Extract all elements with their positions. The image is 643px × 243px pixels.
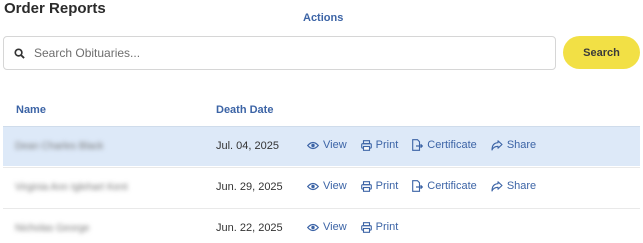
row-actions: View Print — [307, 221, 412, 233]
printer-icon — [360, 139, 372, 151]
table-row[interactable]: Nicholas George Jun. 22, 2025 View Print — [3, 208, 640, 243]
eye-icon — [307, 182, 319, 190]
certificate-label: Certificate — [427, 180, 477, 192]
row-actions: View Print Certificate Share — [307, 139, 550, 151]
deceased-name: Nicholas George — [15, 223, 90, 234]
share-link[interactable]: Share — [491, 139, 536, 151]
view-label: View — [323, 180, 347, 192]
search-button[interactable]: Search — [563, 36, 640, 69]
print-link[interactable]: Print — [360, 180, 399, 192]
view-link[interactable]: View — [307, 221, 347, 233]
view-label: View — [323, 221, 347, 233]
share-label: Share — [506, 180, 537, 192]
share-label: Share — [506, 139, 537, 151]
view-link[interactable]: View — [307, 139, 347, 151]
view-label: View — [323, 139, 347, 151]
table-row[interactable]: Virginia Ann Iglehart Kent Jun. 29, 2025… — [3, 167, 640, 207]
column-header-death-date: Death Date — [216, 104, 274, 116]
page-title: Order Reports — [4, 0, 106, 17]
print-label: Print — [375, 139, 399, 151]
deceased-name: Dean Charles Black — [15, 141, 104, 152]
column-header-actions: Actions — [303, 12, 344, 24]
eye-icon — [307, 141, 319, 149]
eye-icon — [307, 223, 319, 231]
printer-icon — [360, 180, 372, 192]
view-link[interactable]: View — [307, 180, 347, 192]
share-icon — [491, 139, 503, 151]
search-field[interactable] — [3, 36, 556, 70]
file-export-icon — [412, 139, 424, 151]
print-label: Print — [375, 221, 399, 233]
file-export-icon — [412, 180, 424, 192]
table-row[interactable]: Dean Charles Black Jul. 04, 2025 View Pr… — [3, 126, 640, 166]
print-link[interactable]: Print — [360, 139, 399, 151]
search-input[interactable] — [34, 46, 534, 60]
row-actions: View Print Certificate Share — [307, 180, 550, 192]
printer-icon — [360, 221, 372, 233]
column-header-name: Name — [16, 104, 46, 116]
share-link[interactable]: Share — [491, 180, 536, 192]
print-label: Print — [375, 180, 399, 192]
death-date: Jul. 04, 2025 — [216, 140, 279, 152]
search-icon — [14, 47, 26, 59]
deceased-name: Virginia Ann Iglehart Kent — [15, 182, 128, 193]
print-link[interactable]: Print — [360, 221, 399, 233]
death-date: Jun. 22, 2025 — [216, 222, 283, 234]
share-icon — [491, 180, 503, 192]
certificate-link[interactable]: Certificate — [412, 139, 477, 151]
certificate-link[interactable]: Certificate — [412, 180, 477, 192]
death-date: Jun. 29, 2025 — [216, 181, 283, 193]
certificate-label: Certificate — [427, 139, 477, 151]
